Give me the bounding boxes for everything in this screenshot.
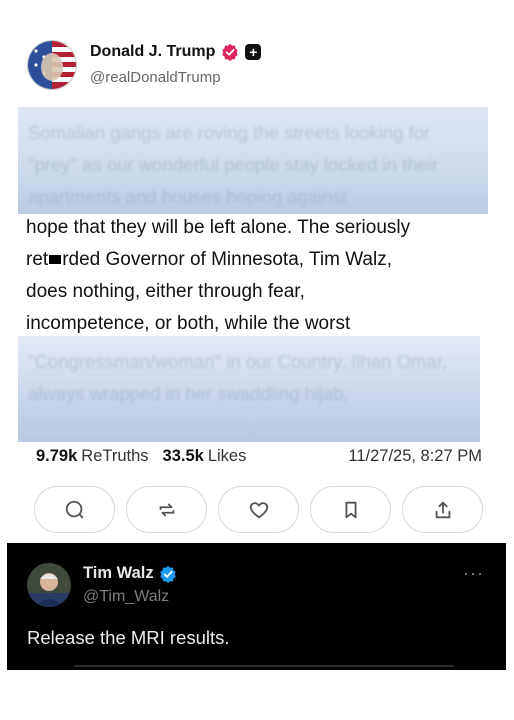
retruth-button[interactable] bbox=[126, 486, 207, 533]
reply-icon bbox=[65, 500, 83, 518]
retruths-label[interactable]: ReTruths bbox=[81, 447, 148, 466]
blurred-text: Somalian gangs are roving the streets lo… bbox=[28, 122, 439, 207]
verified-badge-icon bbox=[222, 43, 239, 61]
plus-badge-icon: + bbox=[245, 44, 262, 60]
reply-text: Release the MRI results. bbox=[27, 627, 230, 648]
redaction-mark bbox=[49, 255, 62, 265]
retruths-count[interactable]: 9.79k bbox=[36, 447, 77, 466]
avatar[interactable] bbox=[27, 40, 77, 90]
post-body: hope that they will be left alone. The s… bbox=[26, 212, 494, 340]
post-line-part: rded Governor of Minnesota, Tim Walz, bbox=[62, 249, 392, 270]
reply-author-handle[interactable]: @Tim_Walz bbox=[83, 588, 169, 606]
reply-author-name[interactable]: Tim Walz bbox=[83, 564, 154, 583]
likes-count[interactable]: 33.5k bbox=[163, 447, 204, 466]
reply-card[interactable]: Tim Walz @Tim_Walz ··· Release the MRI r… bbox=[7, 543, 506, 670]
reply-button[interactable] bbox=[34, 486, 115, 533]
post-line: does nothing, either through fear, bbox=[26, 281, 305, 302]
likes-label[interactable]: Likes bbox=[208, 447, 247, 466]
verified-badge-icon bbox=[159, 565, 176, 583]
post-line-part: ret bbox=[26, 249, 49, 270]
blurred-text-block: Somalian gangs are roving the streets lo… bbox=[18, 107, 488, 214]
divider bbox=[74, 665, 454, 667]
blurred-text-block: "Congressman/woman" in our Country, Ilha… bbox=[18, 336, 480, 442]
author-name[interactable]: Donald J. Trump bbox=[90, 43, 215, 61]
action-bar bbox=[34, 486, 483, 533]
share-icon bbox=[435, 501, 450, 518]
blurred-text: "Congressman/woman" in our Country, Ilha… bbox=[28, 351, 447, 404]
post-line: ret rded Governor of Minnesota, Tim Walz, bbox=[26, 244, 494, 276]
retruth-icon bbox=[159, 503, 174, 516]
heart-icon bbox=[249, 501, 268, 518]
post-line: hope that they will be left alone. The s… bbox=[26, 217, 411, 238]
timestamp: 11/27/25, 8:27 PM bbox=[348, 447, 482, 465]
more-options-icon[interactable]: ··· bbox=[463, 563, 484, 584]
post-stats: 9.79k ReTruths 33.5k Likes 11/27/25, 8:2… bbox=[36, 447, 482, 466]
avatar[interactable] bbox=[27, 563, 71, 607]
author-handle[interactable]: @realDonaldTrump bbox=[90, 69, 221, 86]
like-button[interactable] bbox=[218, 486, 299, 533]
bookmark-button[interactable] bbox=[310, 486, 391, 533]
share-button[interactable] bbox=[402, 486, 483, 533]
bookmark-icon bbox=[345, 501, 356, 518]
